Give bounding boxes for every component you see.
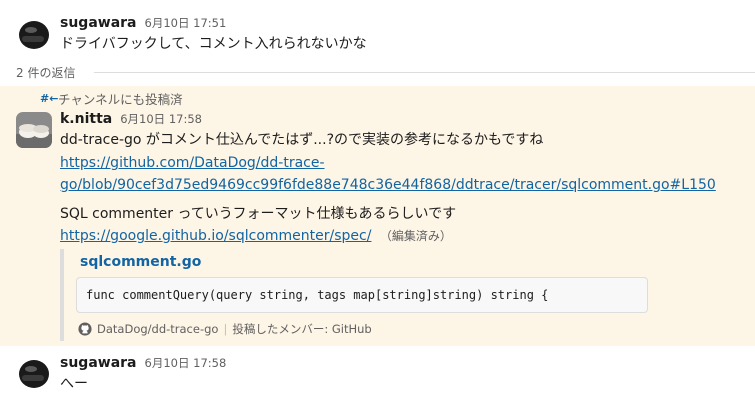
- sqlcommenter-link[interactable]: https://google.github.io/sqlcommenter/sp…: [60, 228, 371, 244]
- reply-count: 2 件の返信: [16, 64, 82, 81]
- footer-separator: |: [223, 322, 228, 336]
- channel-arrow-icon: #←: [40, 92, 59, 105]
- github-icon: [78, 322, 92, 336]
- helmet-avatar-icon[interactable]: [16, 355, 52, 391]
- replies-divider: 2 件の返信: [16, 64, 755, 81]
- github-link-part-1[interactable]: https://github.com/DataDog/dd-trace-: [60, 155, 325, 171]
- message-text: ドライバフックして、コメント入れられないかな: [60, 36, 367, 52]
- message-header: k.nitta 6月10日 17:58: [60, 111, 202, 127]
- posted-by: 投稿したメンバー: GitHub: [232, 322, 372, 336]
- divider-line: [94, 72, 755, 73]
- link-unfurl-attachment: sqlcomment.go func commentQuery(query st…: [60, 249, 660, 341]
- author-name[interactable]: sugawara: [60, 15, 137, 31]
- message-line-2: SQL commenter っていうフォーマット仕様もあるらしいです: [60, 206, 457, 222]
- message-line-1: dd-trace-go がコメント仕込んでたはず...?ので実装の参考になるかも…: [60, 132, 544, 148]
- sushi-avatar-icon[interactable]: [16, 112, 52, 148]
- also-sent-label: チャンネルにも投稿済: [58, 92, 183, 107]
- message-sugawara-1: sugawara 6月10日 17:51 ドライバフックして、コメント入れられな…: [0, 0, 755, 60]
- message-header: sugawara 6月10日 17:51: [60, 15, 226, 31]
- author-name[interactable]: sugawara: [60, 355, 137, 371]
- link-github-line-1[interactable]: https://github.com/DataDog/dd-trace-: [60, 152, 325, 174]
- message-header: sugawara 6月10日 17:58: [60, 355, 226, 371]
- attachment-footer: DataDog/dd-trace-go | 投稿したメンバー: GitHub: [78, 321, 372, 337]
- author-name[interactable]: k.nitta: [60, 111, 112, 127]
- message-text: へー: [60, 376, 88, 392]
- helmet-avatar-icon[interactable]: [16, 16, 52, 52]
- thread-view: sugawara 6月10日 17:51 ドライバフックして、コメント入れられな…: [0, 0, 755, 400]
- attachment-title[interactable]: sqlcomment.go: [80, 254, 201, 270]
- link-sqlcommenter-row: https://google.github.io/sqlcommenter/sp…: [60, 225, 452, 247]
- link-github-line-2[interactable]: go/blob/90cef3d75ed9469cc99f6fde88e748c3…: [60, 174, 716, 196]
- message-sugawara-2: sugawara 6月10日 17:58 へー: [0, 352, 755, 400]
- timestamp[interactable]: 6月10日 17:58: [145, 355, 227, 371]
- timestamp[interactable]: 6月10日 17:58: [120, 111, 202, 127]
- github-link-part-2[interactable]: go/blob/90cef3d75ed9469cc99f6fde88e748c3…: [60, 177, 716, 193]
- edited-label: （編集済み）: [379, 229, 452, 243]
- repo-name[interactable]: DataDog/dd-trace-go: [97, 322, 218, 336]
- code-snippet: func commentQuery(query string, tags map…: [76, 277, 648, 313]
- timestamp[interactable]: 6月10日 17:51: [145, 15, 227, 31]
- also-sent-to-channel: #← チャンネルにも投稿済: [40, 89, 183, 108]
